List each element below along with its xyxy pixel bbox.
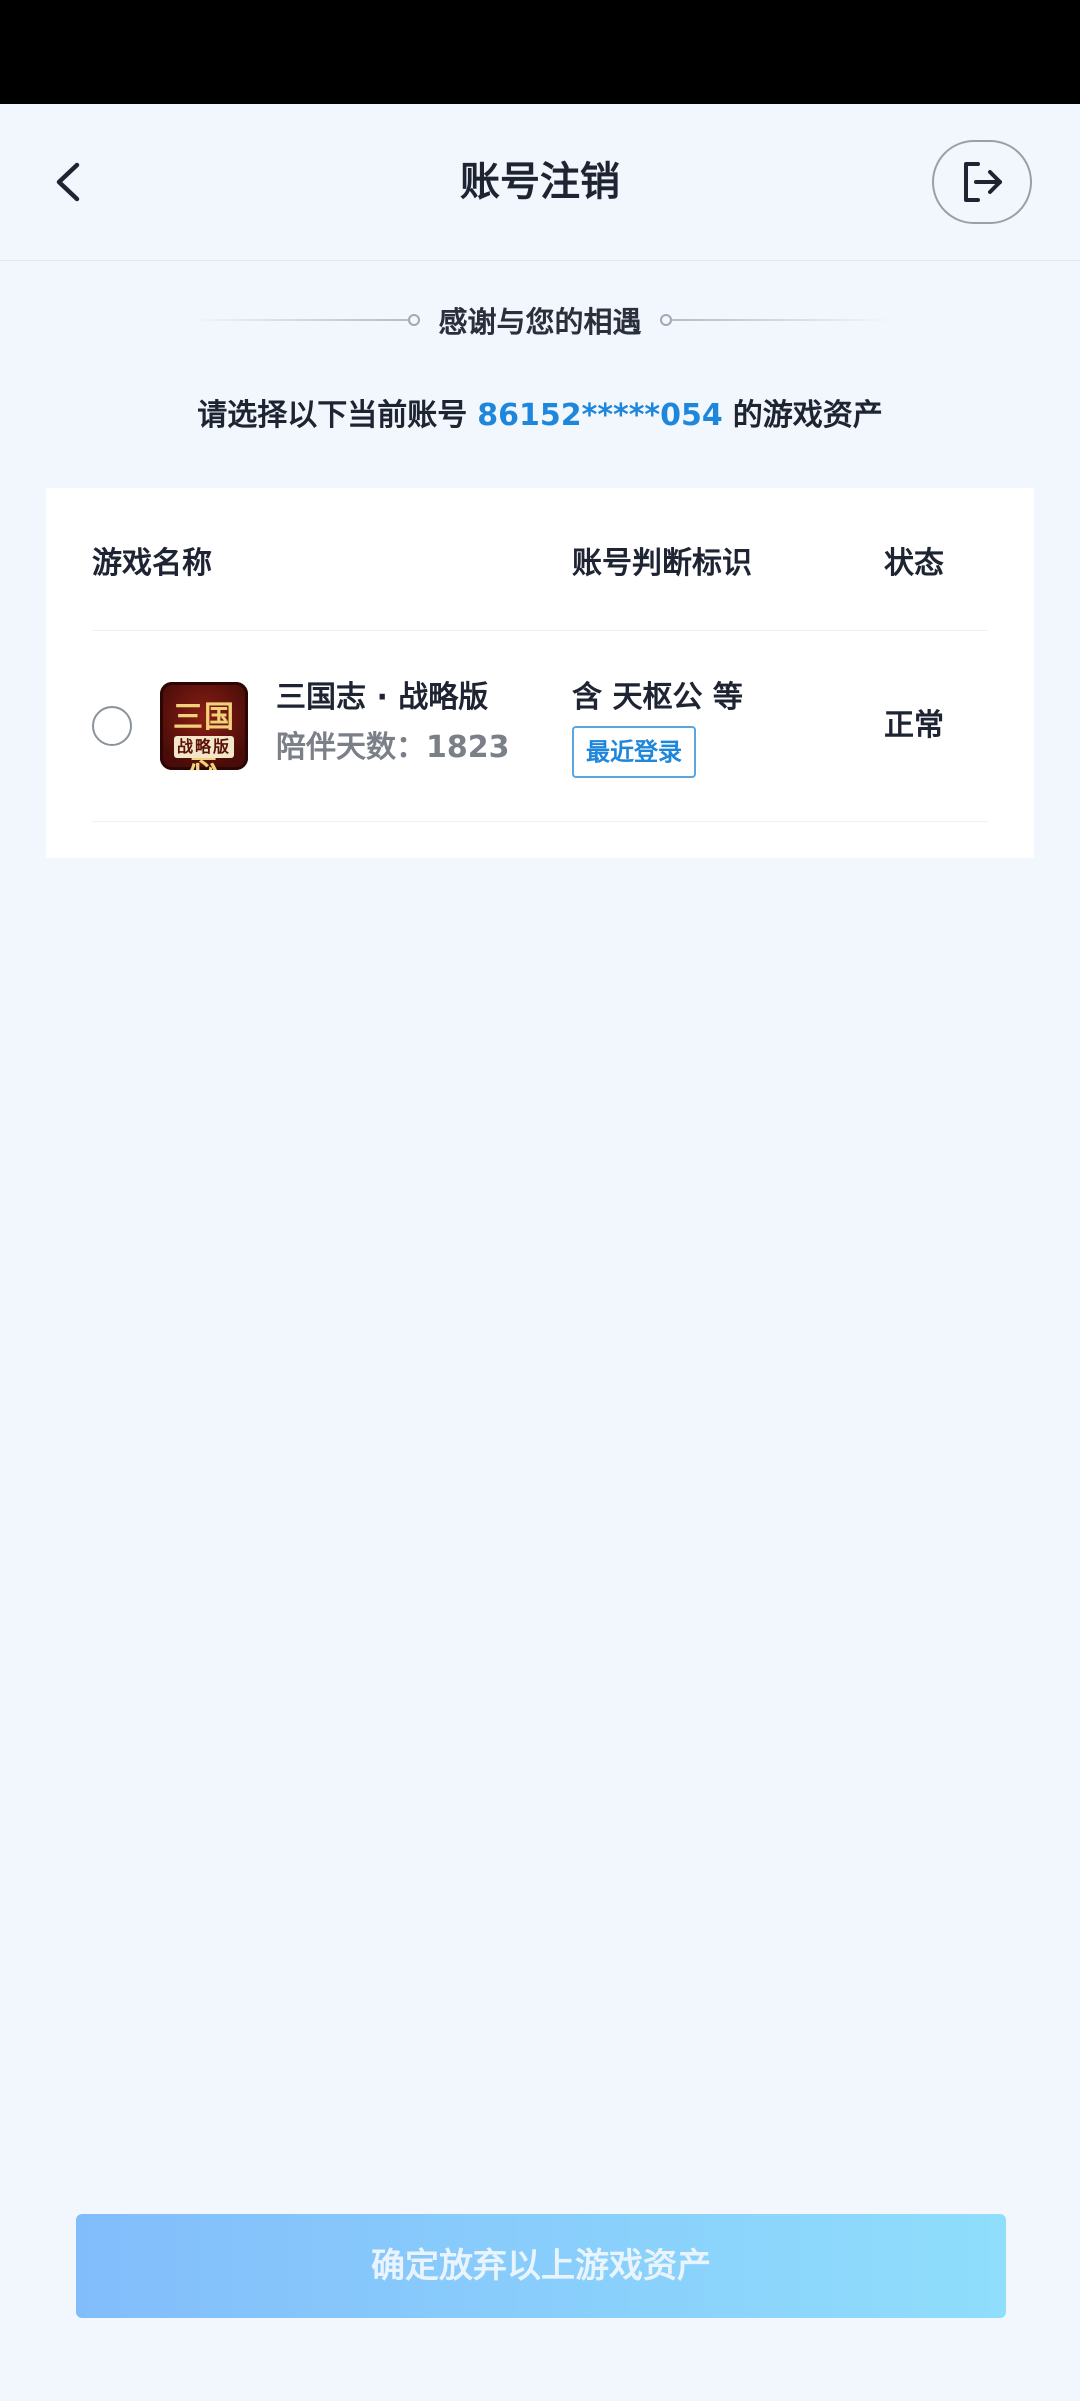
- account-identifier: 含 天枢公 等: [572, 680, 743, 715]
- account-number: 86152*****054: [477, 398, 723, 433]
- divider-dot-left: [408, 314, 421, 326]
- divider-dot-right: [659, 314, 672, 326]
- game-icon-subtitle: 战略版: [174, 736, 234, 758]
- account-prompt: 请选择以下当前账号 86152*****054 的游戏资产: [0, 388, 1080, 444]
- header-divider: [92, 630, 988, 631]
- recent-login-badge: 最近登录: [572, 726, 696, 778]
- game-select-radio[interactable]: [92, 706, 132, 746]
- page-title: 账号注销: [460, 159, 620, 205]
- header: 账号注销: [0, 104, 1080, 261]
- column-header-game-name: 游戏名称: [92, 546, 212, 581]
- status-bar: [0, 0, 1080, 104]
- confirm-abandon-button[interactable]: 确定放弃以上游戏资产: [76, 2214, 1006, 2318]
- prompt-suffix: 的游戏资产: [732, 398, 883, 433]
- divider-line-right: [671, 319, 892, 321]
- companion-days: 陪伴天数：1823: [276, 730, 510, 765]
- status-text: 正常: [884, 708, 944, 743]
- game-name: 三国志 · 战略版: [276, 680, 489, 715]
- logout-icon: [964, 162, 1002, 202]
- game-icon-title: 三国志: [173, 700, 235, 770]
- thanks-divider: 感谢与您的相遇: [0, 296, 1080, 344]
- game-icon: 三国志 战略版: [160, 682, 248, 770]
- back-button[interactable]: [40, 144, 96, 220]
- prompt-prefix: 请选择以下当前账号: [197, 398, 468, 433]
- game-assets-table: 游戏名称 账号判断标识 状态 三国志 战略版 三国志 · 战略版 陪伴天数：18…: [46, 488, 1034, 858]
- thanks-text: 感谢与您的相遇: [438, 305, 642, 339]
- chevron-left-icon: [56, 162, 80, 202]
- logout-button[interactable]: [932, 140, 1032, 224]
- row-divider: [92, 821, 988, 822]
- divider-line-left: [188, 319, 409, 321]
- column-header-status: 状态: [884, 546, 944, 581]
- column-header-identifier: 账号判断标识: [572, 546, 752, 581]
